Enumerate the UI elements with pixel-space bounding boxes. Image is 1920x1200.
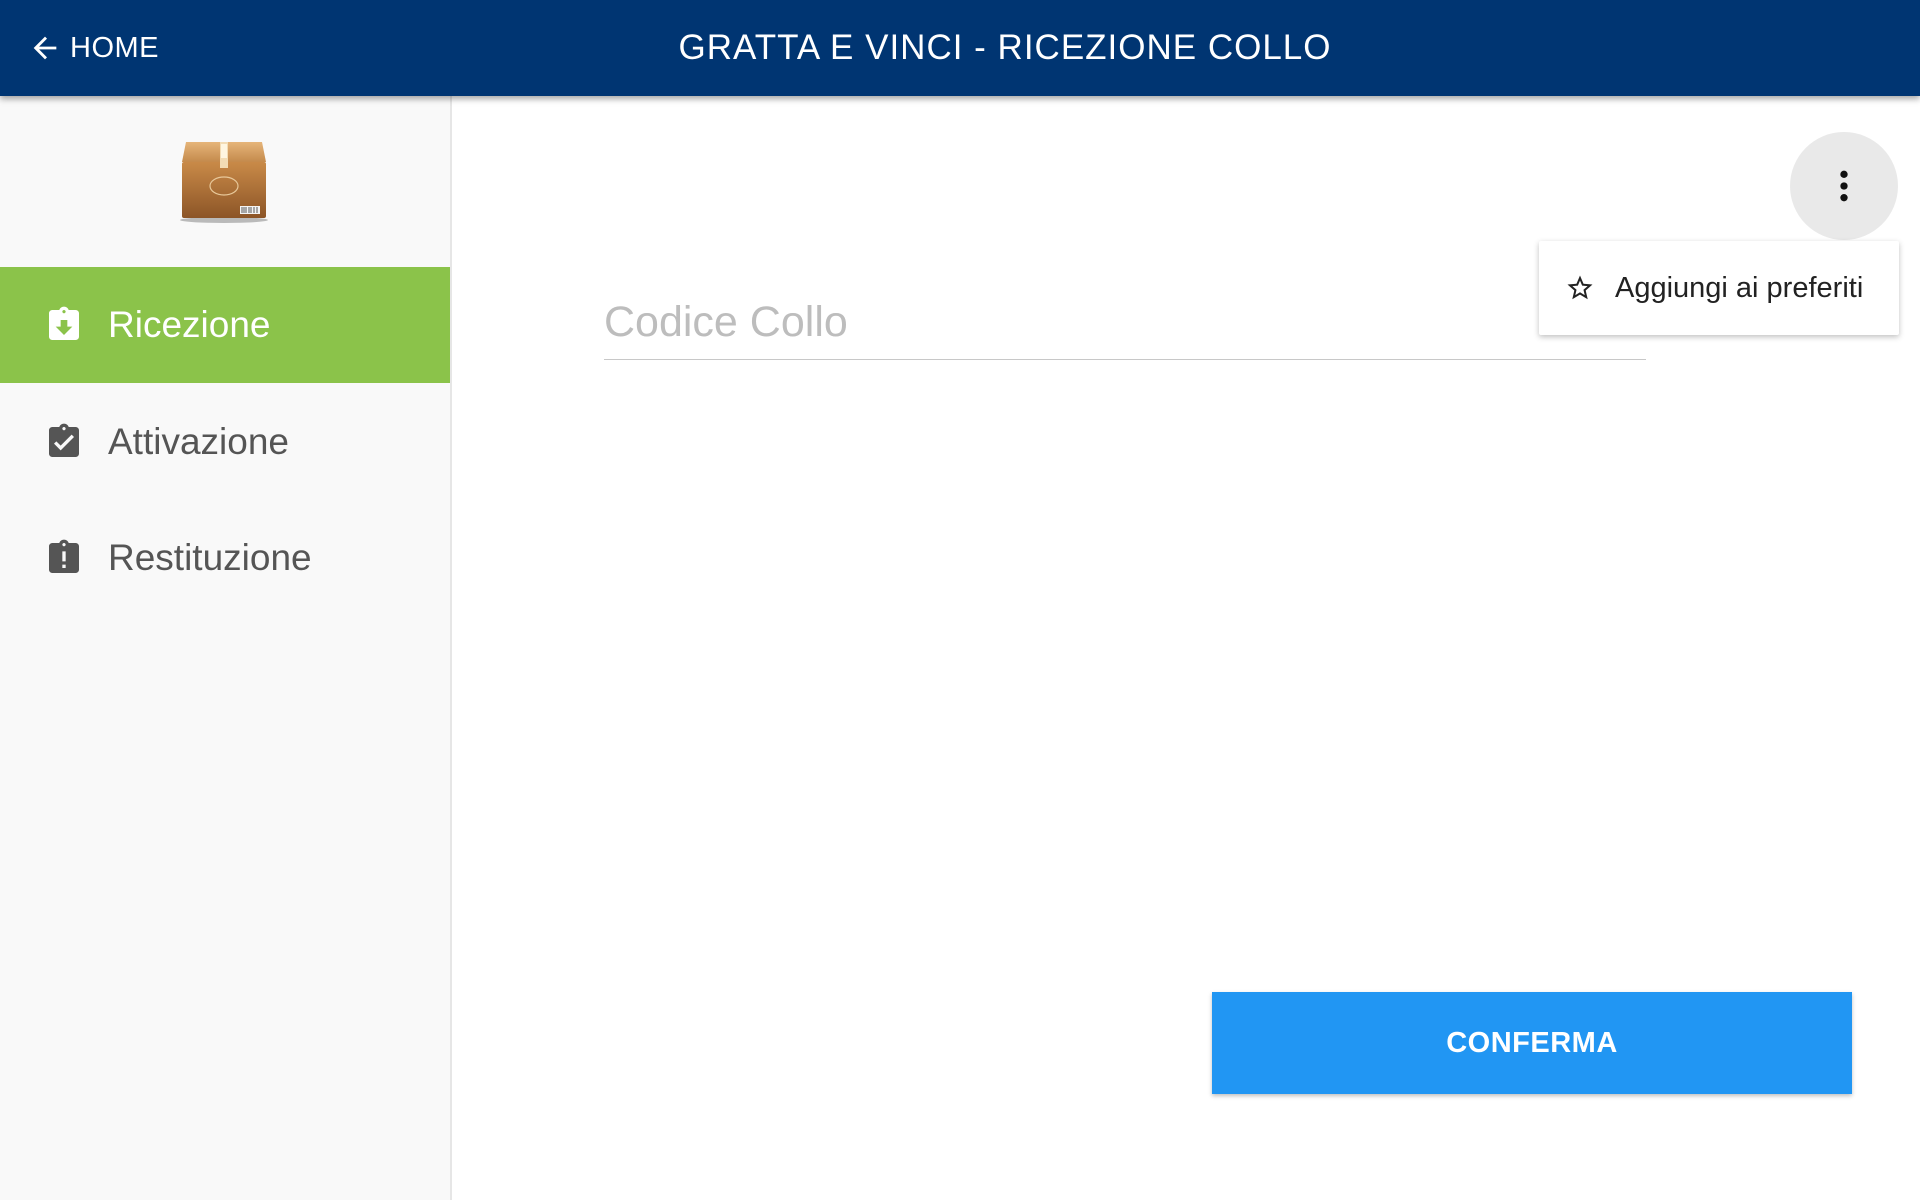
top-app-bar: HOME GRATTA E VINCI - RICEZIONE COLLO (0, 0, 1920, 96)
sidebar-item-ricezione[interactable]: Ricezione (0, 267, 450, 383)
more-vert-icon (1840, 170, 1848, 202)
sidebar-item-label: Restituzione (108, 537, 312, 578)
sidebar-item-label: Attivazione (108, 421, 289, 462)
main-content: Aggiungi ai preferiti CONFERMA (452, 96, 1920, 1200)
menu-item-label: Aggiungi ai preferiti (1615, 271, 1864, 304)
clipboard-download-icon (49, 306, 79, 340)
menu-item-aggiungi-preferiti[interactable]: Aggiungi ai preferiti (1539, 241, 1899, 335)
page-title: GRATTA E VINCI - RICEZIONE COLLO (678, 28, 1332, 67)
codice-collo-input[interactable] (604, 286, 1646, 359)
overflow-menu-button[interactable] (1790, 132, 1898, 240)
sidebar-item-label: Ricezione (108, 304, 271, 345)
sidebar: Ricezione Attivazione Restituzione (0, 96, 452, 1200)
overflow-menu: Aggiungi ai preferiti (1539, 241, 1899, 335)
sidebar-item-attivazione[interactable]: Attivazione (0, 384, 450, 500)
clipboard-alert-icon (49, 539, 79, 573)
clipboard-check-icon (49, 423, 79, 457)
star-outline-icon (1567, 275, 1593, 300)
sidebar-item-restituzione[interactable]: Restituzione (0, 500, 450, 616)
package-box-icon (180, 142, 268, 223)
conferma-button[interactable]: CONFERMA (1212, 992, 1852, 1094)
codice-collo-field (604, 286, 1646, 360)
